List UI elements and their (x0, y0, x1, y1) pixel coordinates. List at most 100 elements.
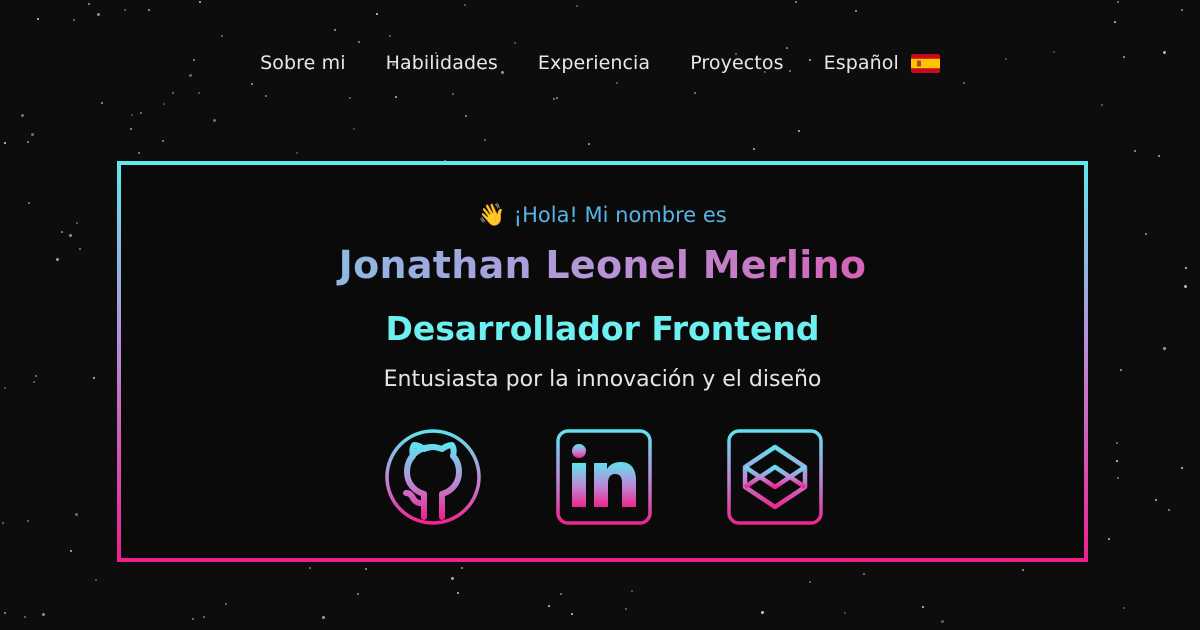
star-dot (163, 103, 165, 105)
star-dot (457, 592, 459, 594)
star-dot (199, 1, 201, 3)
nav-item-habilidades[interactable]: Habilidades (366, 48, 518, 78)
star-dot (753, 148, 755, 150)
star-dot (203, 616, 205, 618)
star-dot (35, 375, 37, 377)
top-navigation: Sobre mi Habilidades Experiencia Proyect… (0, 48, 1200, 78)
star-dot (855, 10, 857, 12)
linkedin-link[interactable] (554, 427, 654, 527)
star-dot (395, 96, 397, 98)
star-dot (251, 83, 253, 85)
social-links (121, 427, 1084, 527)
star-dot (124, 9, 126, 11)
star-dot (88, 3, 90, 5)
star-dot (389, 35, 391, 37)
star-dot (138, 152, 140, 154)
linkedin-icon (556, 429, 652, 525)
star-dot (93, 377, 95, 379)
star-dot (27, 141, 29, 143)
star-dot (1185, 267, 1187, 269)
language-label: Español (823, 52, 899, 74)
star-dot (1117, 1, 1119, 3)
star-dot (73, 19, 75, 21)
star-dot (1134, 150, 1136, 152)
star-dot (514, 42, 516, 44)
star-dot (37, 18, 39, 20)
star-dot (1181, 467, 1183, 469)
star-dot (1116, 442, 1118, 444)
star-dot (548, 605, 550, 607)
star-dot (4, 387, 6, 389)
star-dot (61, 231, 63, 233)
star-dot (353, 128, 355, 130)
star-dot (1117, 477, 1119, 479)
person-name: Jonathan Leonel Merlino (121, 243, 1084, 287)
greeting-text: ¡Hola! Mi nombre es (513, 203, 727, 227)
codepen-link[interactable] (725, 427, 825, 527)
star-dot (484, 139, 486, 141)
language-selector[interactable]: Español (804, 48, 960, 78)
star-dot (1123, 607, 1125, 609)
star-dot (1155, 499, 1157, 501)
star-dot (221, 35, 223, 37)
star-dot (4, 142, 6, 144)
star-dot (922, 606, 924, 608)
codepen-icon (727, 429, 823, 525)
star-dot (863, 573, 865, 575)
star-dot (844, 612, 846, 614)
star-dot (33, 381, 35, 383)
star-dot (616, 82, 618, 84)
star-dot (761, 611, 764, 614)
github-link[interactable] (383, 427, 483, 527)
star-dot (162, 140, 164, 142)
spain-flag-icon (910, 53, 940, 73)
star-dot (1145, 233, 1147, 235)
star-dot (225, 603, 227, 605)
star-dot (322, 616, 325, 619)
star-dot (296, 152, 298, 154)
star-dot (130, 128, 132, 130)
star-dot (1108, 538, 1110, 540)
star-dot (101, 102, 103, 104)
nav-item-experiencia[interactable]: Experiencia (518, 48, 670, 78)
star-dot (461, 567, 463, 569)
star-dot (4, 612, 6, 614)
star-dot (79, 248, 81, 250)
waving-hand-icon: 👋 (478, 203, 506, 228)
star-dot (963, 82, 965, 84)
star-dot (631, 590, 633, 592)
star-dot (1158, 155, 1160, 157)
nav-item-proyectos[interactable]: Proyectos (670, 48, 803, 78)
star-dot (1022, 569, 1024, 571)
hero-content: 👋 ¡Hola! Mi nombre es Jonathan Leonel Mer… (121, 165, 1084, 558)
star-dot (553, 98, 555, 100)
star-dot (21, 114, 24, 117)
star-dot (1168, 509, 1170, 511)
star-dot (1116, 460, 1118, 462)
star-dot (357, 593, 359, 595)
star-dot (97, 13, 100, 16)
portfolio-page: Sobre mi Habilidades Experiencia Proyect… (0, 0, 1200, 630)
star-dot (349, 97, 351, 99)
star-dot (42, 613, 45, 616)
star-dot (1120, 369, 1122, 371)
star-dot (27, 520, 29, 522)
star-dot (376, 13, 378, 15)
star-dot (625, 608, 627, 610)
star-dot (213, 119, 216, 122)
star-dot (31, 133, 34, 136)
star-dot (571, 613, 573, 615)
nav-item-sobre-mi[interactable]: Sobre mi (240, 48, 365, 78)
star-dot (56, 258, 59, 261)
hero-frame: 👋 ¡Hola! Mi nombre es Jonathan Leonel Mer… (117, 161, 1088, 562)
star-dot (1184, 285, 1187, 288)
star-dot (365, 568, 367, 570)
star-dot (192, 618, 194, 620)
star-dot (556, 97, 558, 99)
star-dot (140, 112, 142, 114)
star-dot (70, 550, 72, 552)
star-dot (358, 41, 360, 43)
star-dot (795, 1, 797, 3)
star-dot (76, 222, 78, 224)
star-dot (172, 92, 174, 94)
